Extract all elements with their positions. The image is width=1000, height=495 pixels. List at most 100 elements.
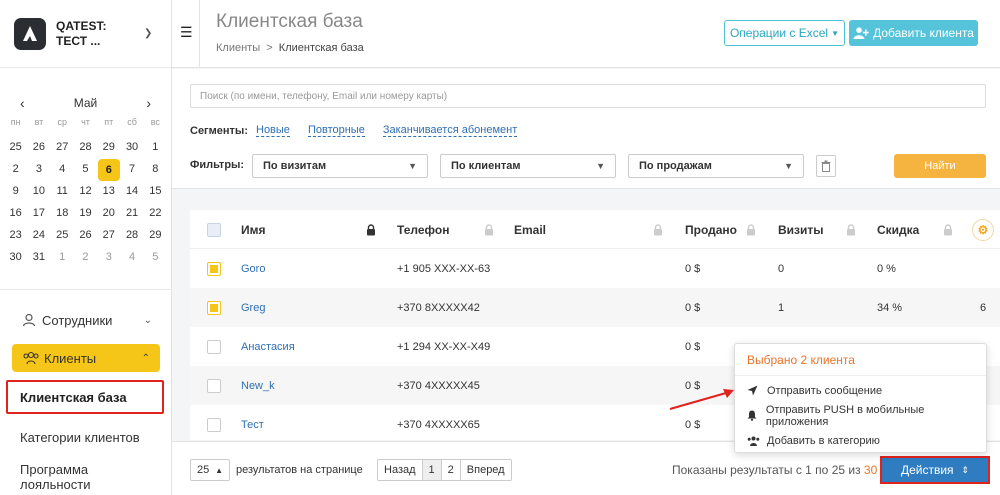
row-checkbox[interactable] xyxy=(207,327,221,366)
calendar-day[interactable]: 11 xyxy=(51,181,74,202)
calendar-day[interactable]: 5 xyxy=(74,159,97,180)
calendar-day[interactable]: 8 xyxy=(144,159,167,180)
pagination-next-button[interactable]: Вперед xyxy=(461,460,511,480)
find-button[interactable]: Найти xyxy=(894,154,986,178)
column-settings-button[interactable]: ⚙ xyxy=(972,219,994,241)
chevron-down-icon[interactable]: ❯ xyxy=(144,28,152,39)
calendar-day[interactable]: 24 xyxy=(27,225,50,246)
calendar-day[interactable]: 18 xyxy=(51,203,74,224)
actions-button[interactable]: Действия ⇕ xyxy=(880,456,990,484)
column-name[interactable]: Имя xyxy=(241,210,266,249)
pagination-page-2[interactable]: 2 xyxy=(442,460,461,480)
client-name-link[interactable]: Анастасия xyxy=(241,327,295,366)
client-name-link[interactable]: New_k xyxy=(241,366,275,405)
segment-new[interactable]: Новые xyxy=(256,124,290,137)
menu-icon[interactable]: ☰ xyxy=(180,24,193,41)
pagination-prev-button[interactable]: Назад xyxy=(378,460,423,480)
calendar-day[interactable]: 20 xyxy=(97,203,120,224)
nav-client-categories[interactable]: Категории клиентов xyxy=(0,428,172,446)
row-checkbox[interactable] xyxy=(207,249,221,288)
lock-icon[interactable] xyxy=(484,210,494,249)
column-email[interactable]: Email xyxy=(514,210,546,249)
calendar-day[interactable]: 19 xyxy=(74,203,97,224)
per-page-select[interactable]: 25 ▲︎ xyxy=(190,459,230,481)
row-checkbox[interactable] xyxy=(207,366,221,405)
calendar-day[interactable]: 5 xyxy=(144,247,167,268)
calendar-day[interactable]: 13 xyxy=(97,181,120,202)
calendar-day[interactable]: 25 xyxy=(51,225,74,246)
calendar-day[interactable]: 27 xyxy=(97,225,120,246)
calendar-day[interactable]: 10 xyxy=(27,181,50,202)
calendar-day[interactable]: 14 xyxy=(120,181,143,202)
calendar-day[interactable]: 4 xyxy=(51,159,74,180)
calendar-day-today[interactable]: 6 xyxy=(97,158,120,181)
calendar-day[interactable]: 26 xyxy=(27,137,50,158)
nav-clients[interactable]: Клиенты ⌃ xyxy=(12,344,160,372)
calendar-next-button[interactable]: › xyxy=(146,95,151,111)
calendar-day[interactable]: 7 xyxy=(120,159,143,180)
lock-icon[interactable] xyxy=(943,210,953,249)
column-visits[interactable]: Визиты xyxy=(778,210,824,249)
calendar-day[interactable]: 25 xyxy=(4,137,27,158)
calendar-day[interactable]: 1 xyxy=(51,247,74,268)
calendar-day[interactable]: 12 xyxy=(74,181,97,202)
org-switcher[interactable]: QATEST: ТЕСТ ... ❯ xyxy=(0,0,171,68)
segment-expiring-subscription[interactable]: Заканчивается абонемент xyxy=(382,124,518,137)
excel-operations-button[interactable]: Операции с Excel ▼ xyxy=(724,20,845,46)
calendar-day[interactable]: 2 xyxy=(4,159,27,180)
calendar-day[interactable]: 26 xyxy=(74,225,97,246)
lock-icon[interactable] xyxy=(366,210,376,249)
calendar-day[interactable]: 1 xyxy=(144,137,167,158)
filter-by-visits-select[interactable]: По визитам ▼ xyxy=(252,154,428,178)
calendar-day[interactable]: 27 xyxy=(51,137,74,158)
breadcrumb-root[interactable]: Клиенты xyxy=(216,42,260,54)
add-client-button[interactable]: Добавить клиента xyxy=(849,20,978,46)
client-name-link[interactable]: Goro xyxy=(241,249,265,288)
column-discount[interactable]: Скидка xyxy=(877,210,919,249)
table-row[interactable]: Greg +370 8XXXXX42 0 $ 1 34 % 6 xyxy=(190,288,1000,327)
column-phone[interactable]: Телефон xyxy=(397,210,449,249)
table-row[interactable]: Goro +1 905 XXX-XX-63 0 $ 0 0 % xyxy=(190,249,1000,288)
pagination-page-1[interactable]: 1 xyxy=(422,460,442,480)
results-summary: Показаны результаты с 1 по 25 из 30 xyxy=(672,463,877,477)
column-sold[interactable]: Продано xyxy=(685,210,737,249)
lock-icon[interactable] xyxy=(846,210,856,249)
calendar-prev-button[interactable]: ‹ xyxy=(20,95,25,111)
calendar-day[interactable]: 4 xyxy=(120,247,143,268)
calendar-day[interactable]: 3 xyxy=(97,247,120,268)
calendar-day[interactable]: 23 xyxy=(4,225,27,246)
clear-filters-button[interactable] xyxy=(816,155,836,177)
calendar-day[interactable]: 16 xyxy=(4,203,27,224)
calendar-day[interactable]: 2 xyxy=(74,247,97,268)
calendar-day[interactable]: 21 xyxy=(120,203,143,224)
calendar-day[interactable]: 29 xyxy=(97,137,120,158)
filter-by-sales-select[interactable]: По продажам ▼ xyxy=(628,154,804,178)
calendar-day[interactable]: 3 xyxy=(27,159,50,180)
calendar-day[interactable]: 22 xyxy=(144,203,167,224)
calendar-day[interactable]: 28 xyxy=(120,225,143,246)
send-message-item[interactable]: Отправить сообщение xyxy=(735,378,986,403)
search-input[interactable] xyxy=(190,84,986,108)
add-to-category-item[interactable]: Добавить в категорию xyxy=(735,428,986,453)
calendar-day[interactable]: 17 xyxy=(27,203,50,224)
calendar-day[interactable]: 29 xyxy=(144,225,167,246)
calendar-day[interactable]: 9 xyxy=(4,181,27,202)
lock-icon[interactable] xyxy=(746,210,756,249)
row-checkbox[interactable] xyxy=(207,288,221,327)
send-push-item[interactable]: Отправить PUSH в мобильные приложения xyxy=(735,403,986,428)
client-name-link[interactable]: Greg xyxy=(241,288,265,327)
client-name-link[interactable]: Тест xyxy=(241,405,264,440)
nav-staff[interactable]: Сотрудники ⌄ xyxy=(0,309,172,331)
filter-by-clients-select[interactable]: По клиентам ▼ xyxy=(440,154,616,178)
nav-client-base[interactable]: Клиентская база xyxy=(6,380,164,414)
row-checkbox[interactable] xyxy=(207,405,221,440)
calendar-day[interactable]: 30 xyxy=(120,137,143,158)
calendar-day[interactable]: 28 xyxy=(74,137,97,158)
nav-loyalty-program[interactable]: Программа лояльности xyxy=(0,462,172,492)
calendar-day[interactable]: 31 xyxy=(27,247,50,268)
calendar-day[interactable]: 30 xyxy=(4,247,27,268)
select-all-checkbox[interactable] xyxy=(207,210,221,249)
calendar-day[interactable]: 15 xyxy=(144,181,167,202)
segment-repeat[interactable]: Повторные xyxy=(307,124,365,137)
lock-icon[interactable] xyxy=(653,210,663,249)
